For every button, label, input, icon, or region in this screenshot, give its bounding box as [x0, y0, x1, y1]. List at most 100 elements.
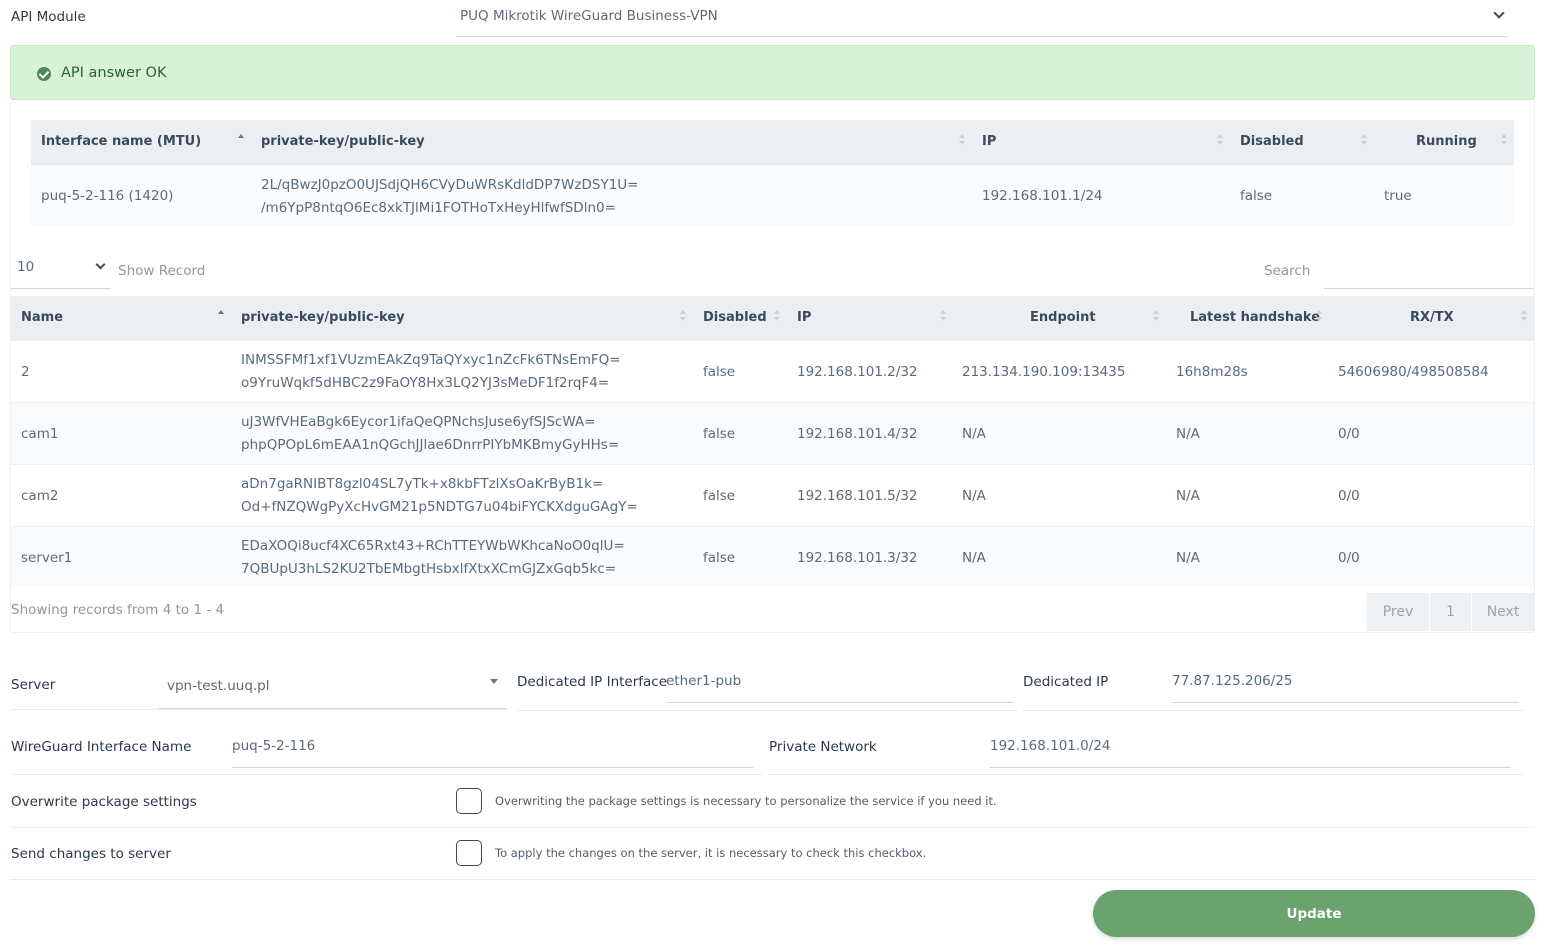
field-underline [990, 767, 1511, 768]
page-size-select[interactable]: 10 [11, 254, 111, 289]
send-changes-label: Send changes to server [11, 846, 171, 862]
col-rx-tx[interactable]: RX/TX [1410, 310, 1454, 325]
check-circle-icon [37, 67, 51, 81]
interface-ip: 192.168.101.1/24 [982, 188, 1103, 204]
col-latest-handshake[interactable]: Latest handshake [1190, 310, 1320, 325]
server-value: vpn-test.uuq.pl [167, 678, 270, 694]
table-row: server1 EDaXOQi8ucf4XC65Rxt43+RChTTEYWbW… [11, 526, 1534, 586]
divider [517, 710, 1017, 711]
peer-endpoint: 213.134.190.109:13435 [962, 364, 1126, 380]
prev-button[interactable]: Prev [1367, 593, 1429, 631]
divider [1023, 710, 1526, 711]
peer-ip: 192.168.101.5/32 [797, 488, 918, 504]
table-row: cam2 aDn7gaRNIBT8gzl04SL7yTk+x8kbFTzlXsO… [11, 464, 1534, 526]
records-info: Showing records from 4 to 1 - 4 [11, 602, 225, 618]
divider [10, 879, 1535, 880]
peer-name: 2 [21, 364, 30, 380]
dedicated-ip-field[interactable]: 77.87.125.206/25 [1172, 664, 1519, 703]
wireguard-interface-field[interactable]: puq-5-2-116 [232, 729, 753, 768]
col-private-public-key[interactable]: private-key/public-key [241, 310, 405, 325]
server-label: Server [11, 677, 56, 693]
private-key: INMSSFMf1xf1VUzmEAkZq9TaQYxyc1nZcFk6TNsE… [241, 352, 621, 368]
sort-icon[interactable] [1521, 310, 1527, 322]
col-disabled[interactable]: Disabled [703, 310, 767, 325]
divider [10, 774, 762, 775]
col-name[interactable]: Name [21, 310, 63, 325]
api-module-select[interactable]: PUQ Mikrotik WireGuard Business-VPN [456, 0, 1508, 37]
sort-icon[interactable] [1153, 310, 1159, 322]
col-running[interactable]: Running [1416, 134, 1477, 149]
private-network-field[interactable]: 192.168.101.0/24 [990, 729, 1511, 768]
show-record-label: Show Record [118, 263, 206, 279]
api-module-label: API Module [11, 9, 86, 25]
field-underline [1172, 702, 1519, 703]
next-button[interactable]: Next [1472, 593, 1534, 631]
peer-ip: 192.168.101.3/32 [797, 550, 918, 566]
sort-icon[interactable] [959, 134, 965, 146]
overwrite-package-hint: Overwriting the package settings is nece… [495, 794, 997, 808]
peer-disabled: false [703, 426, 736, 442]
peer-disabled: false [703, 488, 736, 504]
sort-icon[interactable] [1316, 310, 1322, 322]
peer-ip: 192.168.101.2/32 [797, 364, 918, 380]
peer-name: cam2 [21, 488, 59, 504]
sort-icon[interactable] [1501, 134, 1507, 146]
divider [10, 827, 1535, 828]
peer-keys: EDaXOQi8ucf4XC65Rxt43+RChTTEYWbWKhcaNoO0… [241, 535, 625, 581]
private-key: EDaXOQi8ucf4XC65Rxt43+RChTTEYWbWKhcaNoO0… [241, 538, 625, 554]
peer-endpoint: N/A [962, 550, 986, 566]
api-status-alert: API answer OK [10, 45, 1535, 100]
page-1-button[interactable]: 1 [1430, 593, 1471, 631]
interface-name: puq-5-2-116 (1420) [41, 188, 174, 204]
peers-table-header: Name private-key/public-key Disabled IP … [11, 296, 1534, 340]
page-size-value: 10 [17, 259, 35, 275]
wireguard-interface-value: puq-5-2-116 [232, 738, 316, 754]
peer-rxtx: 0/0 [1338, 550, 1360, 566]
send-changes-checkbox[interactable] [456, 840, 482, 866]
dedicated-ip-value: 77.87.125.206/25 [1172, 673, 1293, 689]
wireguard-interface-label: WireGuard Interface Name [11, 739, 192, 755]
sort-asc-icon[interactable] [238, 134, 244, 146]
peer-handshake: 16h8m28s [1176, 364, 1248, 380]
peer-disabled: false [703, 550, 736, 566]
search-input[interactable] [1324, 256, 1534, 289]
col-disabled[interactable]: Disabled [1240, 134, 1304, 149]
peer-name: cam1 [21, 426, 59, 442]
interface-table: Interface name (MTU) private-key/public-… [31, 120, 1514, 226]
col-ip[interactable]: IP [982, 134, 996, 149]
divider [10, 709, 507, 710]
search-label: Search [1264, 263, 1311, 279]
dedicated-ip-interface-field[interactable]: ether1-pub [666, 664, 1013, 703]
overwrite-package-checkbox[interactable] [456, 788, 482, 814]
peer-handshake: N/A [1176, 550, 1200, 566]
sort-icon[interactable] [680, 310, 686, 322]
peer-rxtx: 0/0 [1338, 488, 1360, 504]
chevron-down-icon [95, 259, 106, 270]
interface-running: true [1384, 188, 1412, 204]
sort-asc-icon[interactable] [218, 310, 224, 322]
col-endpoint[interactable]: Endpoint [1030, 310, 1096, 325]
peer-keys: aDn7gaRNIBT8gzl04SL7yTk+x8kbFTzlXsOaKrBy… [241, 473, 638, 519]
overwrite-package-label: Overwrite package settings [11, 794, 197, 810]
peer-rxtx: 0/0 [1338, 426, 1360, 442]
peer-endpoint: N/A [962, 426, 986, 442]
peers-table: Name private-key/public-key Disabled IP … [11, 296, 1534, 586]
server-select[interactable]: vpn-test.uuq.pl [158, 664, 507, 709]
sort-icon[interactable] [1217, 134, 1223, 146]
update-button[interactable]: Update [1093, 890, 1535, 937]
sort-icon[interactable] [774, 310, 780, 322]
sort-icon[interactable] [1361, 134, 1367, 146]
sort-icon[interactable] [940, 310, 946, 322]
peer-name: server1 [21, 550, 73, 566]
private-key: 2L/qBwzJ0pzO0UJSdjQH6CVyDuWRsKdldDP7WzDS… [261, 177, 639, 193]
table-row: cam1 uJ3WfVHEaBgk6Eycor1ifaQeQPNchsJuse6… [11, 402, 1534, 464]
peer-keys: INMSSFMf1xf1VUzmEAkZq9TaQYxyc1nZcFk6TNsE… [241, 349, 621, 395]
private-network-label: Private Network [769, 739, 877, 755]
col-interface-name[interactable]: Interface name (MTU) [41, 134, 201, 149]
peer-keys: uJ3WfVHEaBgk6Eycor1ifaQeQPNchsJuse6yfSJS… [241, 411, 619, 457]
col-private-public-key[interactable]: private-key/public-key [261, 134, 425, 149]
interface-keys: 2L/qBwzJ0pzO0UJSdjQH6CVyDuWRsKdldDP7WzDS… [261, 174, 638, 220]
col-ip[interactable]: IP [797, 310, 811, 325]
public-key: Od+fNZQWgPyXcHvGM21p5NDTG7u04biFYCKXdguG… [241, 499, 638, 515]
dedicated-ip-interface-label: Dedicated IP Interface [517, 674, 668, 690]
